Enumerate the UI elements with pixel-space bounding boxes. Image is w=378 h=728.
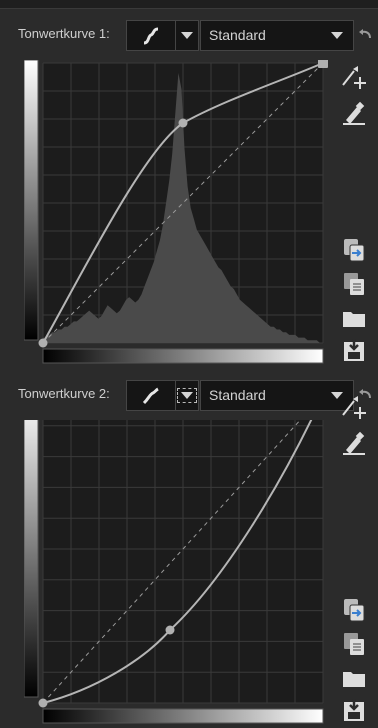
eyedropper-button[interactable] xyxy=(338,98,370,128)
tone-curve-2-panel: Tonwertkurve 2: Standard xyxy=(0,370,378,728)
pick-point-from-image-icon xyxy=(342,66,366,89)
save-curve-button[interactable] xyxy=(338,696,370,726)
open-folder-icon xyxy=(343,312,365,327)
open-folder-icon xyxy=(343,672,365,687)
curve-type-button[interactable] xyxy=(126,380,176,411)
pick-point-button[interactable] xyxy=(338,62,370,92)
curve-type-dropdown[interactable] xyxy=(175,380,199,411)
curve-type-button[interactable] xyxy=(126,20,176,51)
reset-arrow-icon[interactable] xyxy=(358,28,372,40)
save-icon xyxy=(344,699,364,721)
open-curve-button[interactable] xyxy=(338,663,370,693)
tone-curve-1-panel: Tonwertkurve 1: Standard xyxy=(0,10,378,368)
output-gradient-bar xyxy=(42,708,324,724)
copy-curve-button[interactable] xyxy=(338,235,370,265)
curve-point-black[interactable] xyxy=(38,338,48,348)
save-icon xyxy=(344,339,364,361)
input-gradient-bar xyxy=(24,60,39,341)
output-gradient-bar xyxy=(42,348,324,364)
copy-curve-icon xyxy=(344,239,365,262)
copy-curve-button[interactable] xyxy=(338,595,370,625)
tone-curve-2-header: Tonwertkurve 2: Standard xyxy=(0,370,378,416)
pick-point-button[interactable] xyxy=(338,392,370,422)
preset-select[interactable]: Standard xyxy=(200,380,354,411)
curve-type-dropdown[interactable] xyxy=(175,20,199,51)
chevron-down-icon xyxy=(177,388,197,403)
open-curve-button[interactable] xyxy=(338,303,370,333)
curve-point-mid[interactable] xyxy=(165,625,175,635)
save-curve-button[interactable] xyxy=(338,336,370,366)
chevron-down-icon xyxy=(331,32,343,39)
preset-value: Standard xyxy=(209,27,266,43)
tone-curve-1-toolbar xyxy=(338,60,372,361)
paste-curve-button[interactable] xyxy=(338,269,370,299)
tone-curve-1-header: Tonwertkurve 1: Standard xyxy=(0,10,378,56)
curve-point-mid[interactable] xyxy=(178,118,188,128)
paste-curve-icon xyxy=(344,273,364,295)
input-gradient-bar xyxy=(24,420,39,698)
tone-curve-1-editor[interactable] xyxy=(24,60,328,365)
tone-curve-2-editor[interactable] xyxy=(24,420,328,725)
tone-curve-1-label: Tonwertkurve 1: xyxy=(18,26,110,41)
pick-point-from-image-icon xyxy=(342,396,366,419)
paste-curve-icon xyxy=(344,633,364,655)
preset-select[interactable]: Standard xyxy=(200,20,354,51)
paste-curve-button[interactable] xyxy=(338,629,370,659)
curve-point-white[interactable] xyxy=(318,60,328,68)
preset-value: Standard xyxy=(209,387,266,403)
curve-shape-icon xyxy=(142,387,159,404)
eyedropper-icon xyxy=(343,431,365,455)
top-border xyxy=(0,0,378,9)
curve-point-black[interactable] xyxy=(38,698,48,708)
copy-curve-icon xyxy=(344,599,365,622)
tone-curve-2-label: Tonwertkurve 2: xyxy=(18,386,110,401)
curve-shape-icon xyxy=(143,27,159,44)
eyedropper-icon xyxy=(343,101,365,125)
eyedropper-button[interactable] xyxy=(338,428,370,458)
tone-curve-2-toolbar xyxy=(338,390,372,721)
chevron-down-icon xyxy=(181,32,193,39)
